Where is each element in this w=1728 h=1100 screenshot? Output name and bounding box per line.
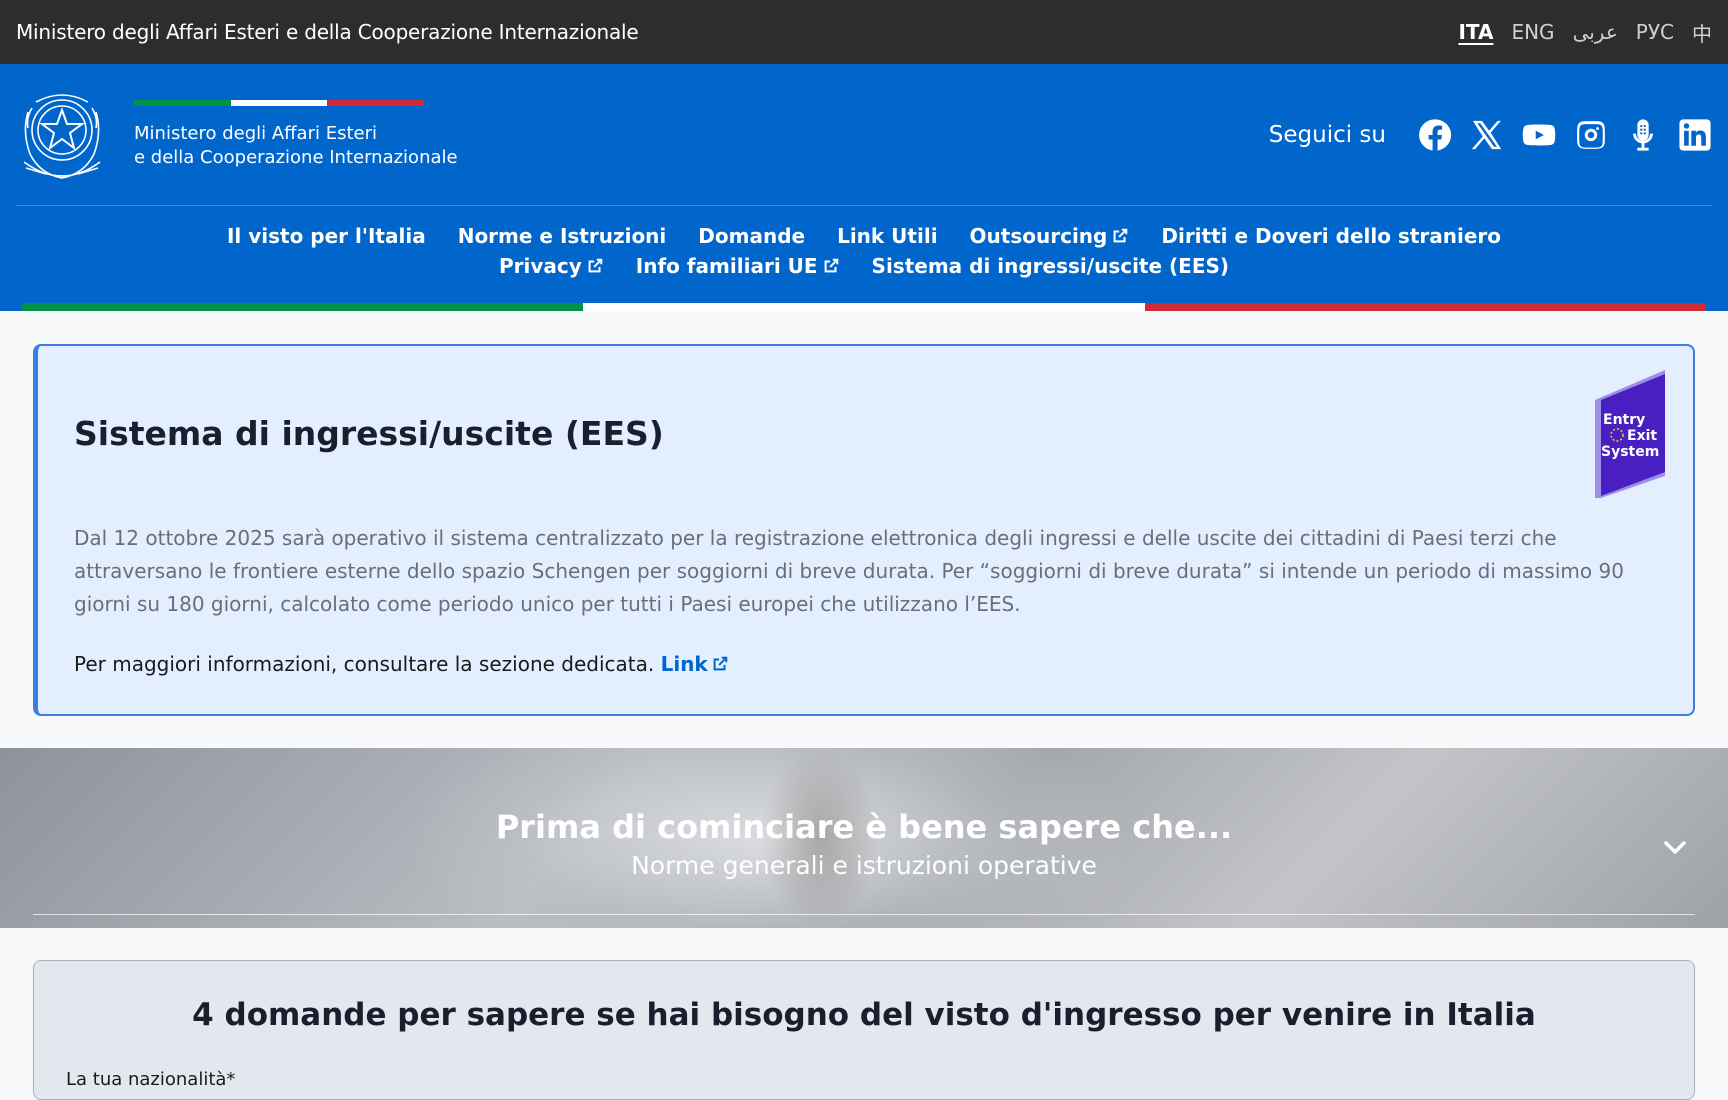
ees-description: Dal 12 ottobre 2025 sarà operativo il si… [74, 526, 1624, 616]
lang-rus[interactable]: РУС [1636, 20, 1674, 44]
follow-label: Seguici su [1268, 121, 1386, 148]
before-start-banner[interactable]: Prima di cominciare è bene sapere che...… [0, 748, 1728, 928]
link-label: Link [660, 652, 708, 676]
brand-name-line1: Ministero degli Affari Esteri [134, 122, 377, 144]
x-icon[interactable] [1470, 118, 1504, 152]
social-links: Seguici su [1269, 118, 1712, 152]
ees-info-card: Sistema di ingressi/uscite (EES) Entry E… [33, 344, 1695, 716]
questions-title: 4 domande per sapere se hai bisogno del … [192, 997, 1536, 1033]
linkedin-icon[interactable] [1678, 118, 1712, 152]
visa-questions-card: 4 domande per sapere se hai bisogno del … [33, 960, 1695, 1100]
banner-title: Prima di cominciare è bene sapere che... [495, 808, 1233, 846]
brand-logo-link[interactable]: Ministero degli Affari Esteri e della Co… [16, 82, 458, 188]
nav-label: Il visto per l'Italia [226, 224, 426, 248]
nav-domande[interactable]: Domande [698, 224, 805, 248]
facebook-icon[interactable] [1418, 118, 1452, 152]
nav-label: Outsourcing [969, 224, 1108, 248]
entry-exit-system-logo: Entry Exit System [1595, 370, 1665, 498]
youtube-icon[interactable] [1522, 118, 1556, 152]
lang-chi[interactable]: 中 [1692, 18, 1712, 47]
external-link-icon [824, 258, 838, 273]
lang-ita[interactable]: ITA [1458, 20, 1493, 44]
nav-norme[interactable]: Norme e Istruzioni [458, 224, 667, 248]
ees-more-info: Per maggiori informazioni, consultare la… [74, 652, 729, 676]
instagram-icon[interactable] [1574, 118, 1608, 152]
external-link-icon [588, 258, 603, 273]
nav-privacy[interactable]: Privacy [499, 254, 604, 278]
brand-row: Ministero degli Affari Esteri e della Co… [16, 64, 1712, 206]
lang-ara[interactable]: عربى [1573, 20, 1618, 44]
external-link-icon [1113, 228, 1128, 243]
flag-stripe [134, 99, 425, 106]
top-bar: Ministero degli Affari Esteri e della Co… [0, 0, 1728, 64]
badge-system: System [1601, 444, 1659, 460]
nav-label: Norme e Istruzioni [457, 224, 667, 248]
banner-divider [33, 914, 1695, 915]
lang-eng[interactable]: ENG [1511, 20, 1554, 44]
chevron-down-icon[interactable] [1660, 832, 1690, 862]
brand-text: Ministero degli Affari Esteri e della Co… [134, 99, 458, 170]
nav-visto[interactable]: Il visto per l'Italia [227, 224, 426, 248]
banner-subtitle: Norme generali e istruzioni operative [631, 851, 1097, 880]
site-header: Ministero degli Affari Esteri e della Co… [0, 64, 1728, 311]
more-info-text: Per maggiori informazioni, consultare la… [74, 652, 655, 676]
ees-title: Sistema di ingressi/uscite (EES) [74, 414, 664, 453]
microphone-icon[interactable] [1626, 118, 1660, 152]
language-switcher: ITA ENG عربى РУС 中 [1458, 18, 1712, 47]
republic-emblem-icon [23, 93, 101, 179]
badge-entry: Entry [1603, 412, 1645, 428]
tricolor-stripe [22, 303, 1706, 311]
nav-ees[interactable]: Sistema di ingressi/uscite (EES) [872, 254, 1229, 278]
nav-label: Domande [698, 224, 806, 248]
nav-label: Info familiari UE [635, 254, 818, 278]
ministry-title: Ministero degli Affari Esteri e della Co… [16, 20, 639, 44]
nav-label: Sistema di ingressi/uscite (EES) [871, 254, 1230, 278]
nav-label: Link Utili [837, 224, 938, 248]
nav-diritti[interactable]: Diritti e Doveri dello straniero [1161, 224, 1501, 248]
main-nav: Il visto per l'Italia Norme e Istruzioni… [0, 206, 1728, 278]
ees-link[interactable]: Link [661, 652, 729, 676]
nav-outsourcing[interactable]: Outsourcing [970, 224, 1130, 248]
nav-label: Diritti e Doveri dello straniero [1161, 224, 1502, 248]
badge-exit: Exit [1627, 428, 1657, 444]
nav-link-utili[interactable]: Link Utili [837, 224, 937, 248]
nav-info-familiari[interactable]: Info familiari UE [636, 254, 840, 278]
nav-label: Privacy [498, 254, 582, 278]
external-link-icon [713, 656, 728, 671]
brand-name-line2: e della Cooperazione Internazionale [134, 146, 458, 168]
